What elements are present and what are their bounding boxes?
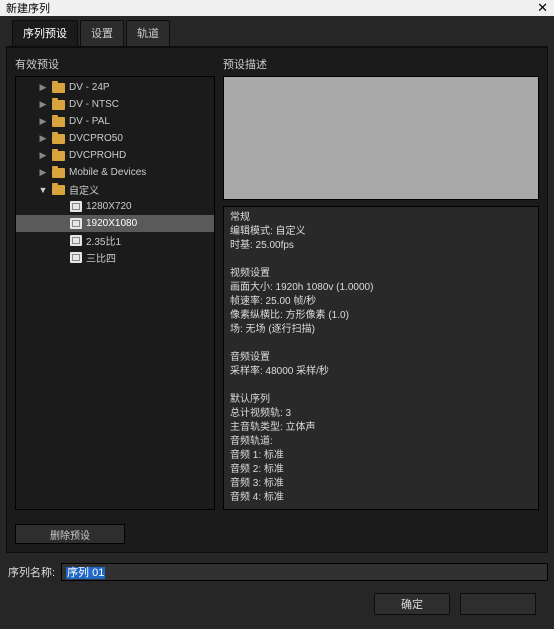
preset-folder[interactable]: ▶ DVCPROHD: [16, 147, 214, 164]
chevron-down-icon[interactable]: ▼: [38, 185, 48, 195]
sequence-name-row: 序列名称: 序列 01: [8, 563, 548, 581]
tree-item-label: 2.35比1: [86, 233, 121, 248]
columns: 有效预设 ▶ DV - 24P ▶ DV - NTSC ▶ DV - PAL ▶ DVCPRO…: [15, 56, 539, 510]
preset-description-text[interactable]: 常规 编辑模式: 自定义 时基: 25.00fps 视频设置 画面大小: 192…: [223, 206, 539, 510]
preset-preview: [223, 76, 539, 200]
folder-icon: [52, 134, 65, 144]
tree-item-label: 自定义: [69, 182, 99, 197]
delete-preset-button[interactable]: 删除预设: [15, 524, 125, 544]
tree-item-label: DVCPROHD: [69, 150, 126, 161]
dialog-body: 序列预设设置轨道 有效预设 ▶ DV - 24P ▶ DV - NTSC ▶ DV - P…: [0, 16, 554, 629]
presets-column: 有效预设 ▶ DV - 24P ▶ DV - NTSC ▶ DV - PAL ▶ DVCPRO…: [15, 56, 215, 510]
tree-item-label: 1920X1080: [86, 218, 137, 229]
content-panel: 有效预设 ▶ DV - 24P ▶ DV - NTSC ▶ DV - PAL ▶ DVCPRO…: [6, 47, 548, 553]
sequence-name-input[interactable]: 序列 01: [61, 563, 548, 581]
tab-bar: 序列预设设置轨道: [6, 20, 548, 47]
preset-icon: [70, 235, 82, 246]
folder-icon: [52, 83, 65, 93]
preset-folder[interactable]: ▶ DV - NTSC: [16, 96, 214, 113]
description-column: 预设描述 常规 编辑模式: 自定义 时基: 25.00fps 视频设置 画面大小…: [223, 56, 539, 510]
chevron-right-icon[interactable]: ▶: [38, 150, 48, 161]
chevron-right-icon[interactable]: ▶: [38, 99, 48, 110]
close-icon[interactable]: ✕: [537, 0, 548, 16]
titlebar[interactable]: 新建序列 ✕: [0, 0, 554, 16]
dialog-footer: 确定: [6, 587, 548, 623]
preset-item[interactable]: 2.35比1: [16, 232, 214, 249]
folder-icon: [52, 117, 65, 127]
new-sequence-dialog: 新建序列 ✕ 序列预设设置轨道 有效预设 ▶ DV - 24P ▶ DV - NTSC…: [0, 0, 554, 548]
tree-item-label: DV - NTSC: [69, 99, 119, 110]
preset-folder[interactable]: ▶ DV - 24P: [16, 79, 214, 96]
preset-item[interactable]: 三比四: [16, 249, 214, 266]
tab-2[interactable]: 轨道: [126, 20, 170, 46]
window-title: 新建序列: [6, 0, 50, 16]
presets-tree[interactable]: ▶ DV - 24P ▶ DV - NTSC ▶ DV - PAL ▶ DVCPRO50 ▶ DV…: [15, 76, 215, 510]
preset-item[interactable]: 1280X720: [16, 198, 214, 215]
tree-item-label: DV - 24P: [69, 82, 110, 93]
preset-item[interactable]: 1920X1080: [16, 215, 214, 232]
available-presets-label: 有效预设: [15, 56, 215, 72]
chevron-right-icon[interactable]: ▶: [38, 82, 48, 93]
preset-folder[interactable]: ▶ Mobile & Devices: [16, 164, 214, 181]
preset-folder[interactable]: ▼ 自定义: [16, 181, 214, 198]
preset-folder[interactable]: ▶ DVCPRO50: [16, 130, 214, 147]
folder-icon: [52, 185, 65, 195]
chevron-right-icon[interactable]: ▶: [38, 167, 48, 178]
folder-icon: [52, 100, 65, 110]
preset-icon: [70, 218, 82, 229]
preset-icon: [70, 252, 82, 263]
preset-icon: [70, 201, 82, 212]
folder-icon: [52, 168, 65, 178]
tab-1[interactable]: 设置: [80, 20, 124, 46]
tab-0[interactable]: 序列预设: [12, 20, 78, 46]
chevron-right-icon[interactable]: ▶: [38, 133, 48, 144]
sequence-name-label: 序列名称:: [8, 564, 55, 580]
tree-item-label: Mobile & Devices: [69, 167, 146, 178]
preset-folder[interactable]: ▶ DV - PAL: [16, 113, 214, 130]
folder-icon: [52, 151, 65, 161]
ok-button[interactable]: 确定: [374, 593, 450, 615]
tree-item-label: DVCPRO50: [69, 133, 123, 144]
tree-item-label: 三比四: [86, 250, 116, 265]
tree-item-label: DV - PAL: [69, 116, 110, 127]
cancel-button[interactable]: [460, 593, 536, 615]
tree-item-label: 1280X720: [86, 201, 132, 212]
preset-description-label: 预设描述: [223, 56, 539, 72]
chevron-right-icon[interactable]: ▶: [38, 116, 48, 127]
